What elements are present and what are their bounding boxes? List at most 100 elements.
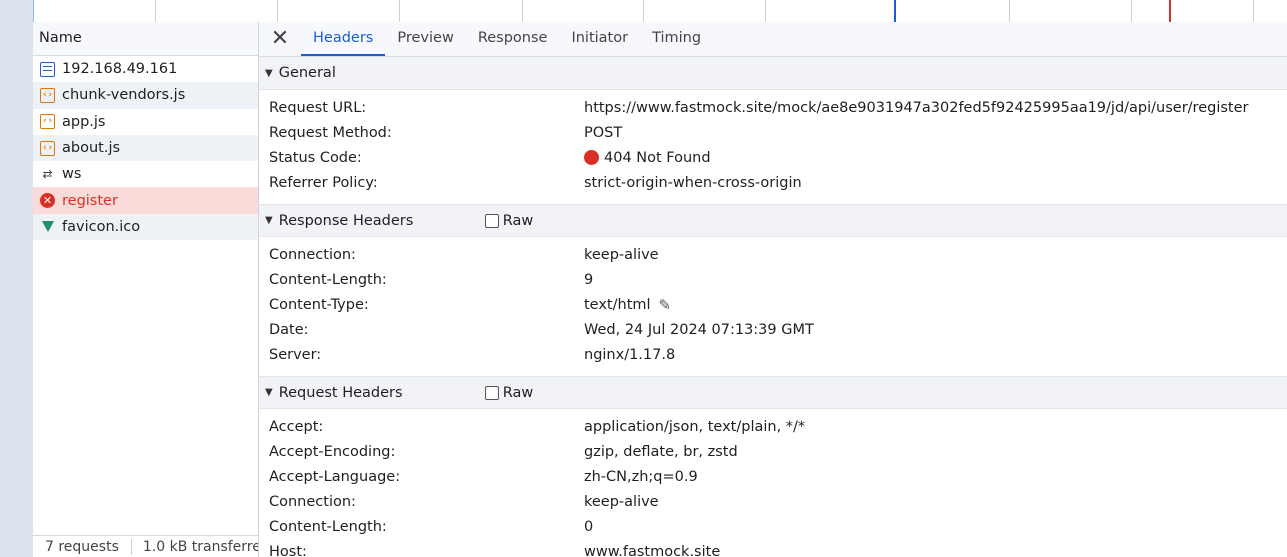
tab-timing[interactable]: Timing xyxy=(640,22,713,56)
request-name: app.js xyxy=(62,113,106,130)
error-icon: ✕ xyxy=(40,193,55,209)
raw-toggle[interactable]: Raw xyxy=(484,213,533,229)
header-row: Referrer Policy: strict-origin-when-cros… xyxy=(259,170,1287,195)
section-title: Response Headers xyxy=(278,212,414,229)
request-row[interactable]: ‹› app.js xyxy=(33,109,258,135)
script-icon: ‹› xyxy=(40,114,55,130)
timeline-gridline xyxy=(155,0,156,22)
header-row: Connection: keep-alive xyxy=(259,489,1287,514)
general-section-header[interactable]: ▼ General xyxy=(259,57,1287,90)
request-row[interactable]: ‹› chunk-vendors.js xyxy=(33,82,258,109)
header-key: Request URL: xyxy=(269,99,367,116)
header-row: Content-Length: 0 xyxy=(259,514,1287,539)
tab-initiator[interactable]: Initiator xyxy=(559,22,640,56)
request-details-panel: ✕ Headers Preview Response Initiator Tim… xyxy=(259,22,1287,557)
request-name: 192.168.49.161 xyxy=(62,61,178,78)
request-name: register xyxy=(62,192,118,209)
script-icon: ‹› xyxy=(40,87,55,103)
header-row: Accept: application/json, text/plain, */… xyxy=(259,414,1287,439)
header-value: nginx/1.17.8 xyxy=(584,346,676,363)
request-row[interactable]: ‹› about.js xyxy=(33,134,258,162)
section-title: Request Headers xyxy=(278,384,403,401)
request-row-selected[interactable]: ✕ register xyxy=(33,187,258,214)
request-row[interactable]: 192.168.49.161 xyxy=(33,56,258,82)
request-list: 192.168.49.161 ‹› chunk-vendors.js ‹› ap… xyxy=(33,56,258,241)
header-value: application/json, text/plain, */* xyxy=(584,418,806,435)
request-headers-section-header[interactable]: ▼ Request Headers Raw xyxy=(259,376,1287,409)
header-row: Accept-Language: zh-CN,zh;q=0.9 xyxy=(259,464,1287,489)
header-key: Accept-Language: xyxy=(269,468,401,485)
timeline-gridline xyxy=(1131,0,1132,22)
header-key: Connection: xyxy=(269,246,356,263)
header-row: Request URL: https://www.fastmock.site/m… xyxy=(259,95,1287,120)
section-title: General xyxy=(278,65,336,81)
name-column-header[interactable]: Name xyxy=(33,22,258,56)
request-row[interactable]: favicon.ico xyxy=(33,213,258,241)
response-header-rows: Connection: keep-alive Content-Length: 9… xyxy=(259,237,1287,376)
websocket-icon: ⇄ xyxy=(42,167,53,182)
header-value: zh-CN,zh;q=0.9 xyxy=(584,468,698,485)
timeline-gridline xyxy=(765,0,766,22)
status-error-dot-icon xyxy=(584,150,599,165)
raw-checkbox[interactable] xyxy=(484,213,499,228)
header-row: Accept-Encoding: gzip, deflate, br, zstd xyxy=(259,439,1287,464)
request-name: about.js xyxy=(62,140,121,157)
header-key: Status Code: xyxy=(269,149,362,166)
header-key: Content-Type: xyxy=(269,296,369,313)
triangle-down-icon: ▼ xyxy=(265,387,273,398)
header-row: Connection: keep-alive xyxy=(259,242,1287,267)
response-headers-section-header[interactable]: ▼ Response Headers Raw xyxy=(259,204,1287,237)
header-value: 0 xyxy=(584,518,594,535)
header-value: text/html xyxy=(584,296,651,313)
header-row: Content-Length: 9 xyxy=(259,267,1287,292)
triangle-down-icon: ▼ xyxy=(265,215,273,226)
header-value: POST xyxy=(584,124,623,141)
header-key: Host: xyxy=(269,543,307,557)
timeline-gridline xyxy=(1009,0,1010,22)
close-icon[interactable]: ✕ xyxy=(259,22,301,56)
vue-icon xyxy=(40,219,55,234)
header-value: gzip, deflate, br, zstd xyxy=(584,443,738,460)
header-key: Date: xyxy=(269,321,309,338)
raw-checkbox[interactable] xyxy=(484,385,499,400)
header-key: Content-Length: xyxy=(269,271,387,288)
header-key: Accept: xyxy=(269,418,324,435)
document-icon xyxy=(40,61,55,77)
header-value: keep-alive xyxy=(584,246,659,263)
timeline-gridline xyxy=(643,0,644,22)
triangle-down-icon: ▼ xyxy=(265,67,273,79)
header-key: Accept-Encoding: xyxy=(269,443,396,460)
tab-headers[interactable]: Headers xyxy=(301,22,386,56)
network-timeline-overview[interactable] xyxy=(33,0,1287,22)
header-key: Server: xyxy=(269,346,322,363)
general-rows: Request URL: https://www.fastmock.site/m… xyxy=(259,90,1287,204)
header-value: keep-alive xyxy=(584,493,659,510)
timeline-gridline xyxy=(522,0,523,22)
request-header-rows: Accept: application/json, text/plain, */… xyxy=(259,409,1287,557)
tab-preview[interactable]: Preview xyxy=(385,22,465,56)
header-value: 9 xyxy=(584,271,594,288)
header-row: Server: nginx/1.17.8 xyxy=(259,342,1287,367)
request-count: 7 requests xyxy=(33,538,132,555)
header-row: Request Method: POST xyxy=(259,120,1287,145)
request-name: chunk-vendors.js xyxy=(62,87,186,104)
header-value: https://www.fastmock.site/mock/ae8e90319… xyxy=(584,99,1249,116)
header-row: Status Code: 404 Not Found xyxy=(259,145,1287,170)
timeline-gridline xyxy=(399,0,400,22)
details-tab-bar: ✕ Headers Preview Response Initiator Tim… xyxy=(259,22,1287,57)
request-row[interactable]: ⇄ ws xyxy=(33,161,258,187)
header-value: strict-origin-when-cross-origin xyxy=(584,174,802,191)
raw-label: Raw xyxy=(502,384,534,401)
request-name: favicon.ico xyxy=(62,218,141,235)
raw-toggle[interactable]: Raw xyxy=(484,384,534,401)
header-row: Date: Wed, 24 Jul 2024 07:13:39 GMT xyxy=(259,317,1287,342)
pencil-icon[interactable]: ✎ xyxy=(659,296,672,314)
status-code-value: 404 Not Found xyxy=(584,150,711,166)
dom-content-loaded-marker xyxy=(894,0,896,22)
script-icon: ‹› xyxy=(40,140,55,156)
timeline-gridline xyxy=(1253,0,1254,22)
tab-response[interactable]: Response xyxy=(466,22,560,56)
header-key: Connection: xyxy=(269,493,356,510)
header-key: Referrer Policy: xyxy=(269,174,378,191)
status-code-text: 404 Not Found xyxy=(604,149,711,166)
